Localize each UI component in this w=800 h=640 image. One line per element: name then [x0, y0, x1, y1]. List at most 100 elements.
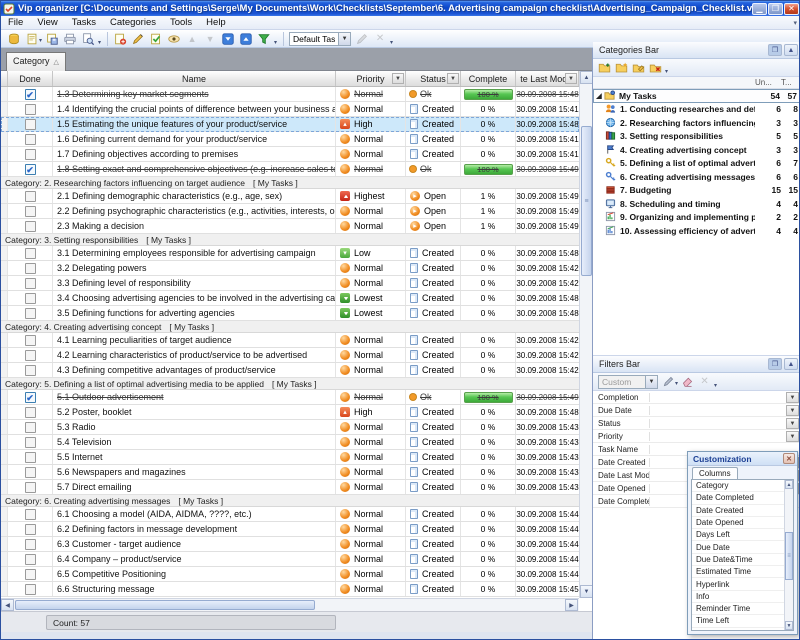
category-group-row[interactable]: Category: 3. Setting responsibilities[ M…	[1, 234, 579, 246]
task-row[interactable]: 1.5 Estimating the unique features of yo…	[1, 117, 579, 132]
done-checkbox[interactable]	[25, 206, 36, 217]
maximize-button[interactable]: ❐	[768, 3, 783, 15]
task-row[interactable]: 6.4 Company – product/serviceNormalCreat…	[1, 552, 579, 567]
filter-value-dropdown[interactable]: ▼	[786, 418, 799, 429]
edit-task-icon[interactable]	[129, 31, 147, 47]
tree-item-category-6[interactable]: 6. Creating advertising messages66	[593, 170, 800, 184]
minimize-button[interactable]: ▁	[752, 3, 767, 15]
filter-preset-combo[interactable]: Custom ▼	[598, 375, 658, 389]
done-checkbox[interactable]	[25, 221, 36, 232]
dropdown-arrow-icon[interactable]: ▾	[39, 37, 42, 44]
tree-item-category-5[interactable]: 5. Defining a list of optimal advertisin…	[593, 157, 800, 171]
done-checkbox[interactable]	[25, 248, 36, 259]
complete-column-header[interactable]: Complete	[461, 71, 516, 86]
horizontal-scrollbar[interactable]: ◀ ▶	[1, 598, 579, 611]
column-list-item[interactable]: Date Created	[692, 505, 784, 517]
done-checkbox[interactable]	[25, 437, 36, 448]
new-database-icon[interactable]	[5, 31, 23, 47]
task-row[interactable]: 5.5 InternetNormalCreated0 %30.09.2008 1…	[1, 450, 579, 465]
filter-row-completion[interactable]: Completion▼	[593, 391, 800, 404]
delete-category-icon[interactable]	[647, 60, 664, 75]
task-row[interactable]: 4.1 Learning peculiarities of target aud…	[1, 333, 579, 348]
task-row[interactable]: 6.6 Structuring messageNormalCreated0 %3…	[1, 582, 579, 597]
expander-icon[interactable]: ◢	[594, 92, 604, 100]
done-checkbox[interactable]	[25, 584, 36, 595]
done-checkbox[interactable]	[25, 149, 36, 160]
filter-value-dropdown[interactable]: ▼	[786, 431, 799, 442]
toolbar-overflow-icon[interactable]: ▾	[665, 68, 668, 75]
task-row[interactable]: 3.3 Defining level of responsibilityNorm…	[1, 276, 579, 291]
task-row[interactable]: 2.1 Defining demographic characteristics…	[1, 189, 579, 204]
menu-tasks[interactable]: Tasks	[65, 17, 103, 28]
task-row[interactable]: 2.2 Defining psychographic characteristi…	[1, 204, 579, 219]
task-row[interactable]: 6.1 Choosing a model (AIDA, AIDMA, ????,…	[1, 507, 579, 522]
status-filter-dropdown[interactable]: ▼	[447, 73, 459, 84]
vertical-scrollbar[interactable]: ▲ ≡ ▼	[579, 71, 592, 598]
task-row[interactable]: 5.6 Newspapers and magazinesNormalCreate…	[1, 465, 579, 480]
column-list-item[interactable]: Date Opened	[692, 517, 784, 529]
done-checkbox[interactable]	[25, 524, 36, 535]
task-row[interactable]: 6.5 Competitive PositioningNormalCreated…	[1, 567, 579, 582]
toolbar-overflow-icon[interactable]: ▾	[390, 39, 393, 46]
print-preview-icon[interactable]	[79, 31, 97, 47]
float-panel-icon[interactable]: ❒	[768, 44, 782, 56]
done-checkbox[interactable]	[25, 191, 36, 202]
clear-filter-icon[interactable]: ✕	[696, 374, 713, 389]
done-checkbox[interactable]: ✔	[25, 164, 36, 175]
new-task-icon[interactable]	[111, 31, 129, 47]
task-row[interactable]: 3.4 Choosing advertising agencies to be …	[1, 291, 579, 306]
column-list-item[interactable]: Date Completed	[692, 492, 784, 504]
task-row[interactable]: ✔1.8 Setting exact and comprehensive obj…	[1, 162, 579, 177]
column-list-item[interactable]: Due Date	[692, 541, 784, 553]
done-checkbox[interactable]: ✔	[25, 392, 36, 403]
task-row[interactable]: 6.2 Defining factors in message developm…	[1, 522, 579, 537]
column-list-item[interactable]: Days Left	[692, 529, 784, 541]
name-column-header[interactable]: Name	[53, 71, 336, 86]
done-checkbox[interactable]	[25, 422, 36, 433]
tree-item-category-9[interactable]: 9. Organizing and implementing publici22	[593, 211, 800, 225]
task-row[interactable]: ✔5.1 Outdoor advertisementNormalOk100 %3…	[1, 390, 579, 405]
filter-value-dropdown[interactable]: ▼	[786, 392, 799, 403]
menu-help[interactable]: Help	[199, 17, 233, 28]
horizontal-scroll-thumb[interactable]	[15, 600, 315, 610]
done-checkbox[interactable]	[25, 467, 36, 478]
edit-preset-icon[interactable]	[353, 31, 371, 47]
filter-icon[interactable]	[255, 31, 273, 47]
done-checkbox[interactable]	[25, 482, 36, 493]
toolbar-overflow-icon[interactable]: ▾	[98, 39, 101, 46]
done-checkbox[interactable]	[25, 554, 36, 565]
task-row[interactable]: 1.6 Defining current demand for your pro…	[1, 132, 579, 147]
column-list-item[interactable]: Hyperlink	[692, 578, 784, 590]
category-group-row[interactable]: Category: 2. Researching factors influen…	[1, 177, 579, 189]
total-column-header[interactable]: T...	[781, 78, 800, 87]
done-checkbox[interactable]	[25, 365, 36, 376]
done-checkbox[interactable]	[25, 350, 36, 361]
menu-view[interactable]: View	[30, 17, 64, 28]
done-checkbox[interactable]	[25, 104, 36, 115]
popup-scroll-thumb[interactable]: ≡	[785, 532, 793, 580]
done-checkbox[interactable]	[25, 308, 36, 319]
scroll-down-icon[interactable]: ▼	[785, 621, 793, 630]
task-row[interactable]: 1.7 Defining objectives according to pre…	[1, 147, 579, 162]
tree-item-my-tasks[interactable]: ◢My Tasks5457	[593, 89, 800, 103]
column-list-item[interactable]: Reminder Time	[692, 603, 784, 615]
tree-item-category-7[interactable]: 7. Budgeting1515	[593, 184, 800, 198]
column-list-item[interactable]: Info	[692, 591, 784, 603]
task-row[interactable]: 5.4 TelevisionNormalCreated0 %30.09.2008…	[1, 435, 579, 450]
combo-dropdown-icon[interactable]: ▼	[338, 33, 350, 45]
default-task-combo[interactable]: Default Tas ▼	[289, 32, 351, 46]
filter-value-dropdown[interactable]: ▼	[786, 405, 799, 416]
tree-item-category-4[interactable]: 4. Creating advertising concept33	[593, 143, 800, 157]
menu-tools[interactable]: Tools	[163, 17, 199, 28]
done-checkbox[interactable]	[25, 452, 36, 463]
close-icon[interactable]: ✕	[783, 453, 795, 464]
popup-scrollbar[interactable]: ▲ ≡ ▼	[784, 480, 793, 630]
move-up-icon[interactable]: ▲	[183, 31, 201, 47]
filter-row-status[interactable]: Status▼	[593, 417, 800, 430]
dropdown-arrow-icon[interactable]: ▾	[675, 380, 678, 387]
tab-columns[interactable]: Columns	[692, 467, 738, 479]
column-list-item[interactable]: Category	[692, 480, 784, 492]
collapse-panel-icon[interactable]: ▲	[784, 358, 798, 370]
done-checkbox[interactable]	[25, 539, 36, 550]
modified-filter-dropdown[interactable]: ▼	[565, 73, 577, 84]
